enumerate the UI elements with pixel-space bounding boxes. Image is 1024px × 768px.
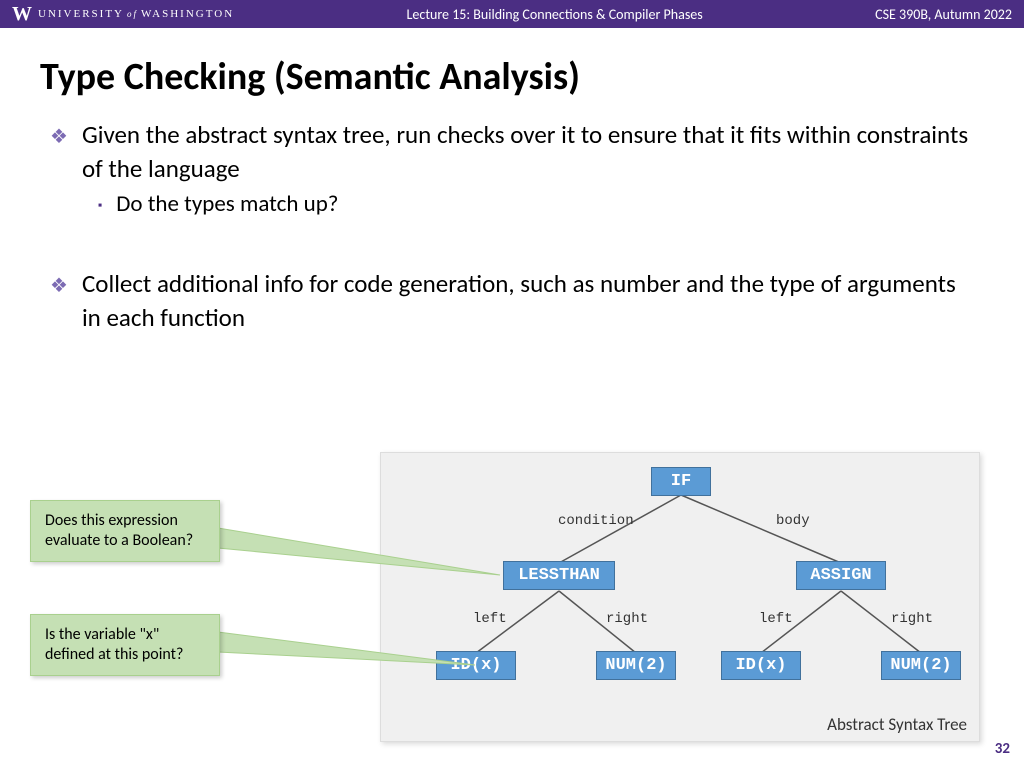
slide-title: Type Checking (Semantic Analysis)	[0, 28, 1024, 108]
course-info: CSE 390B, Autumn 2022	[875, 6, 1012, 23]
node-assign: ASSIGN	[796, 561, 886, 590]
diagram-caption: Abstract Syntax Tree	[827, 714, 967, 735]
diamond-bullet-icon: ❖	[50, 124, 68, 186]
callout-variable: Is the variable "x" defined at this poin…	[30, 614, 220, 676]
uw-of: of	[127, 9, 138, 19]
callout-boolean: Does this expression evaluate to a Boole…	[30, 500, 220, 562]
tree-edges	[381, 453, 981, 743]
edge-left-1: left	[473, 611, 507, 627]
diamond-bullet-icon: ❖	[50, 273, 68, 335]
bullet-2: ❖ Collect additional info for code gener…	[50, 267, 974, 335]
node-lessthan: LESSTHAN	[503, 561, 615, 590]
uw-text-2: WASHINGTON	[141, 8, 234, 20]
edge-right-2: right	[891, 611, 933, 627]
lecture-title: Lecture 15: Building Connections & Compi…	[234, 6, 875, 23]
node-num-1: NUM(2)	[596, 651, 676, 680]
edge-right-1: right	[606, 611, 648, 627]
node-idx-2: ID(x)	[721, 651, 801, 680]
bullet-1: ❖ Given the abstract syntax tree, run ch…	[50, 118, 974, 186]
node-if: IF	[651, 467, 711, 496]
square-bullet-icon: ▪	[98, 199, 102, 220]
bullet-1a-text: Do the types match up?	[116, 190, 338, 220]
node-num-2: NUM(2)	[881, 651, 961, 680]
edge-condition: condition	[558, 513, 634, 529]
page-number: 32	[995, 740, 1010, 758]
content-area: ❖ Given the abstract syntax tree, run ch…	[0, 108, 1024, 335]
bullet-2-text: Collect additional info for code generat…	[82, 267, 974, 335]
uw-text-1: UNIVERSITY	[38, 8, 124, 20]
uw-logo-icon: W	[12, 3, 32, 26]
bullet-1a: ▪ Do the types match up?	[98, 190, 974, 220]
bullet-1-text: Given the abstract syntax tree, run chec…	[82, 118, 974, 186]
edge-body: body	[776, 513, 810, 529]
ast-diagram: IF LESSTHAN ASSIGN ID(x) NUM(2) ID(x) NU…	[380, 452, 980, 742]
node-idx-1: ID(x)	[436, 651, 516, 680]
header-bar: W UNIVERSITY of WASHINGTON Lecture 15: B…	[0, 0, 1024, 28]
edge-left-2: left	[759, 611, 793, 627]
